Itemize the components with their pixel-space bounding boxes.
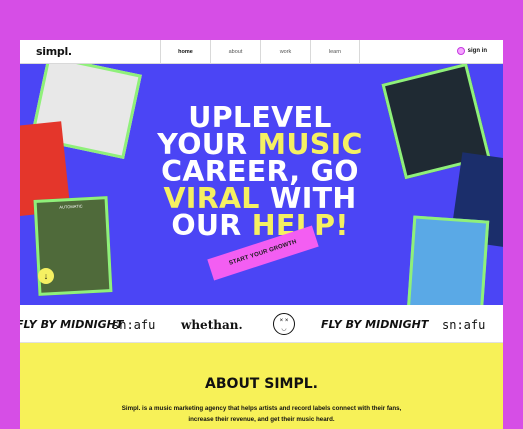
brand-logo: FLY BY MIDNIGHT xyxy=(321,318,429,331)
artist-photo-card xyxy=(406,215,490,305)
arrow-down-icon[interactable]: ↓ xyxy=(38,268,54,284)
brand-strip: FLY BY MIDNIGHT sn:afu whethan. × × ◡ FLY… xyxy=(20,305,503,343)
brand-logo: whethan. xyxy=(181,318,243,332)
about-text: Simpl. is a music marketing agency that … xyxy=(121,405,402,423)
browser-frame: simpl. home about work learn sign in AUT… xyxy=(20,40,503,429)
brand-logo: sn:afu xyxy=(112,318,156,332)
nav-work[interactable]: work xyxy=(260,40,310,64)
user-icon xyxy=(456,47,465,55)
nav-links: home about work learn xyxy=(160,40,360,64)
smiley-logo-icon: × × ◡ xyxy=(273,313,295,335)
hero-headline: UPLEVEL YOUR MUSIC CAREER, GO VIRAL WITH… xyxy=(110,103,410,242)
brand-logo: sn:afu xyxy=(442,318,486,332)
about-title: ABOUT SIMPL. xyxy=(205,376,318,392)
brand-logo: FLY BY MIDNIGHT xyxy=(20,318,124,331)
headline-word: OUR xyxy=(171,209,242,242)
hero-section: AUTOMATIC UPLEVEL YOUR MUSIC CAREER, GO … xyxy=(20,64,503,305)
top-nav: simpl. home about work learn sign in xyxy=(20,40,503,64)
nav-learn[interactable]: learn xyxy=(310,40,360,64)
nav-about[interactable]: about xyxy=(210,40,260,64)
signin-label: sign in xyxy=(467,48,487,54)
site-logo[interactable]: simpl. xyxy=(36,45,72,58)
signin-button[interactable]: sign in xyxy=(456,47,487,55)
card-tag: AUTOMATIC xyxy=(59,203,83,210)
nav-home[interactable]: home xyxy=(160,40,210,64)
about-section: ABOUT SIMPL. Simpl. is a music marketing… xyxy=(20,343,503,429)
